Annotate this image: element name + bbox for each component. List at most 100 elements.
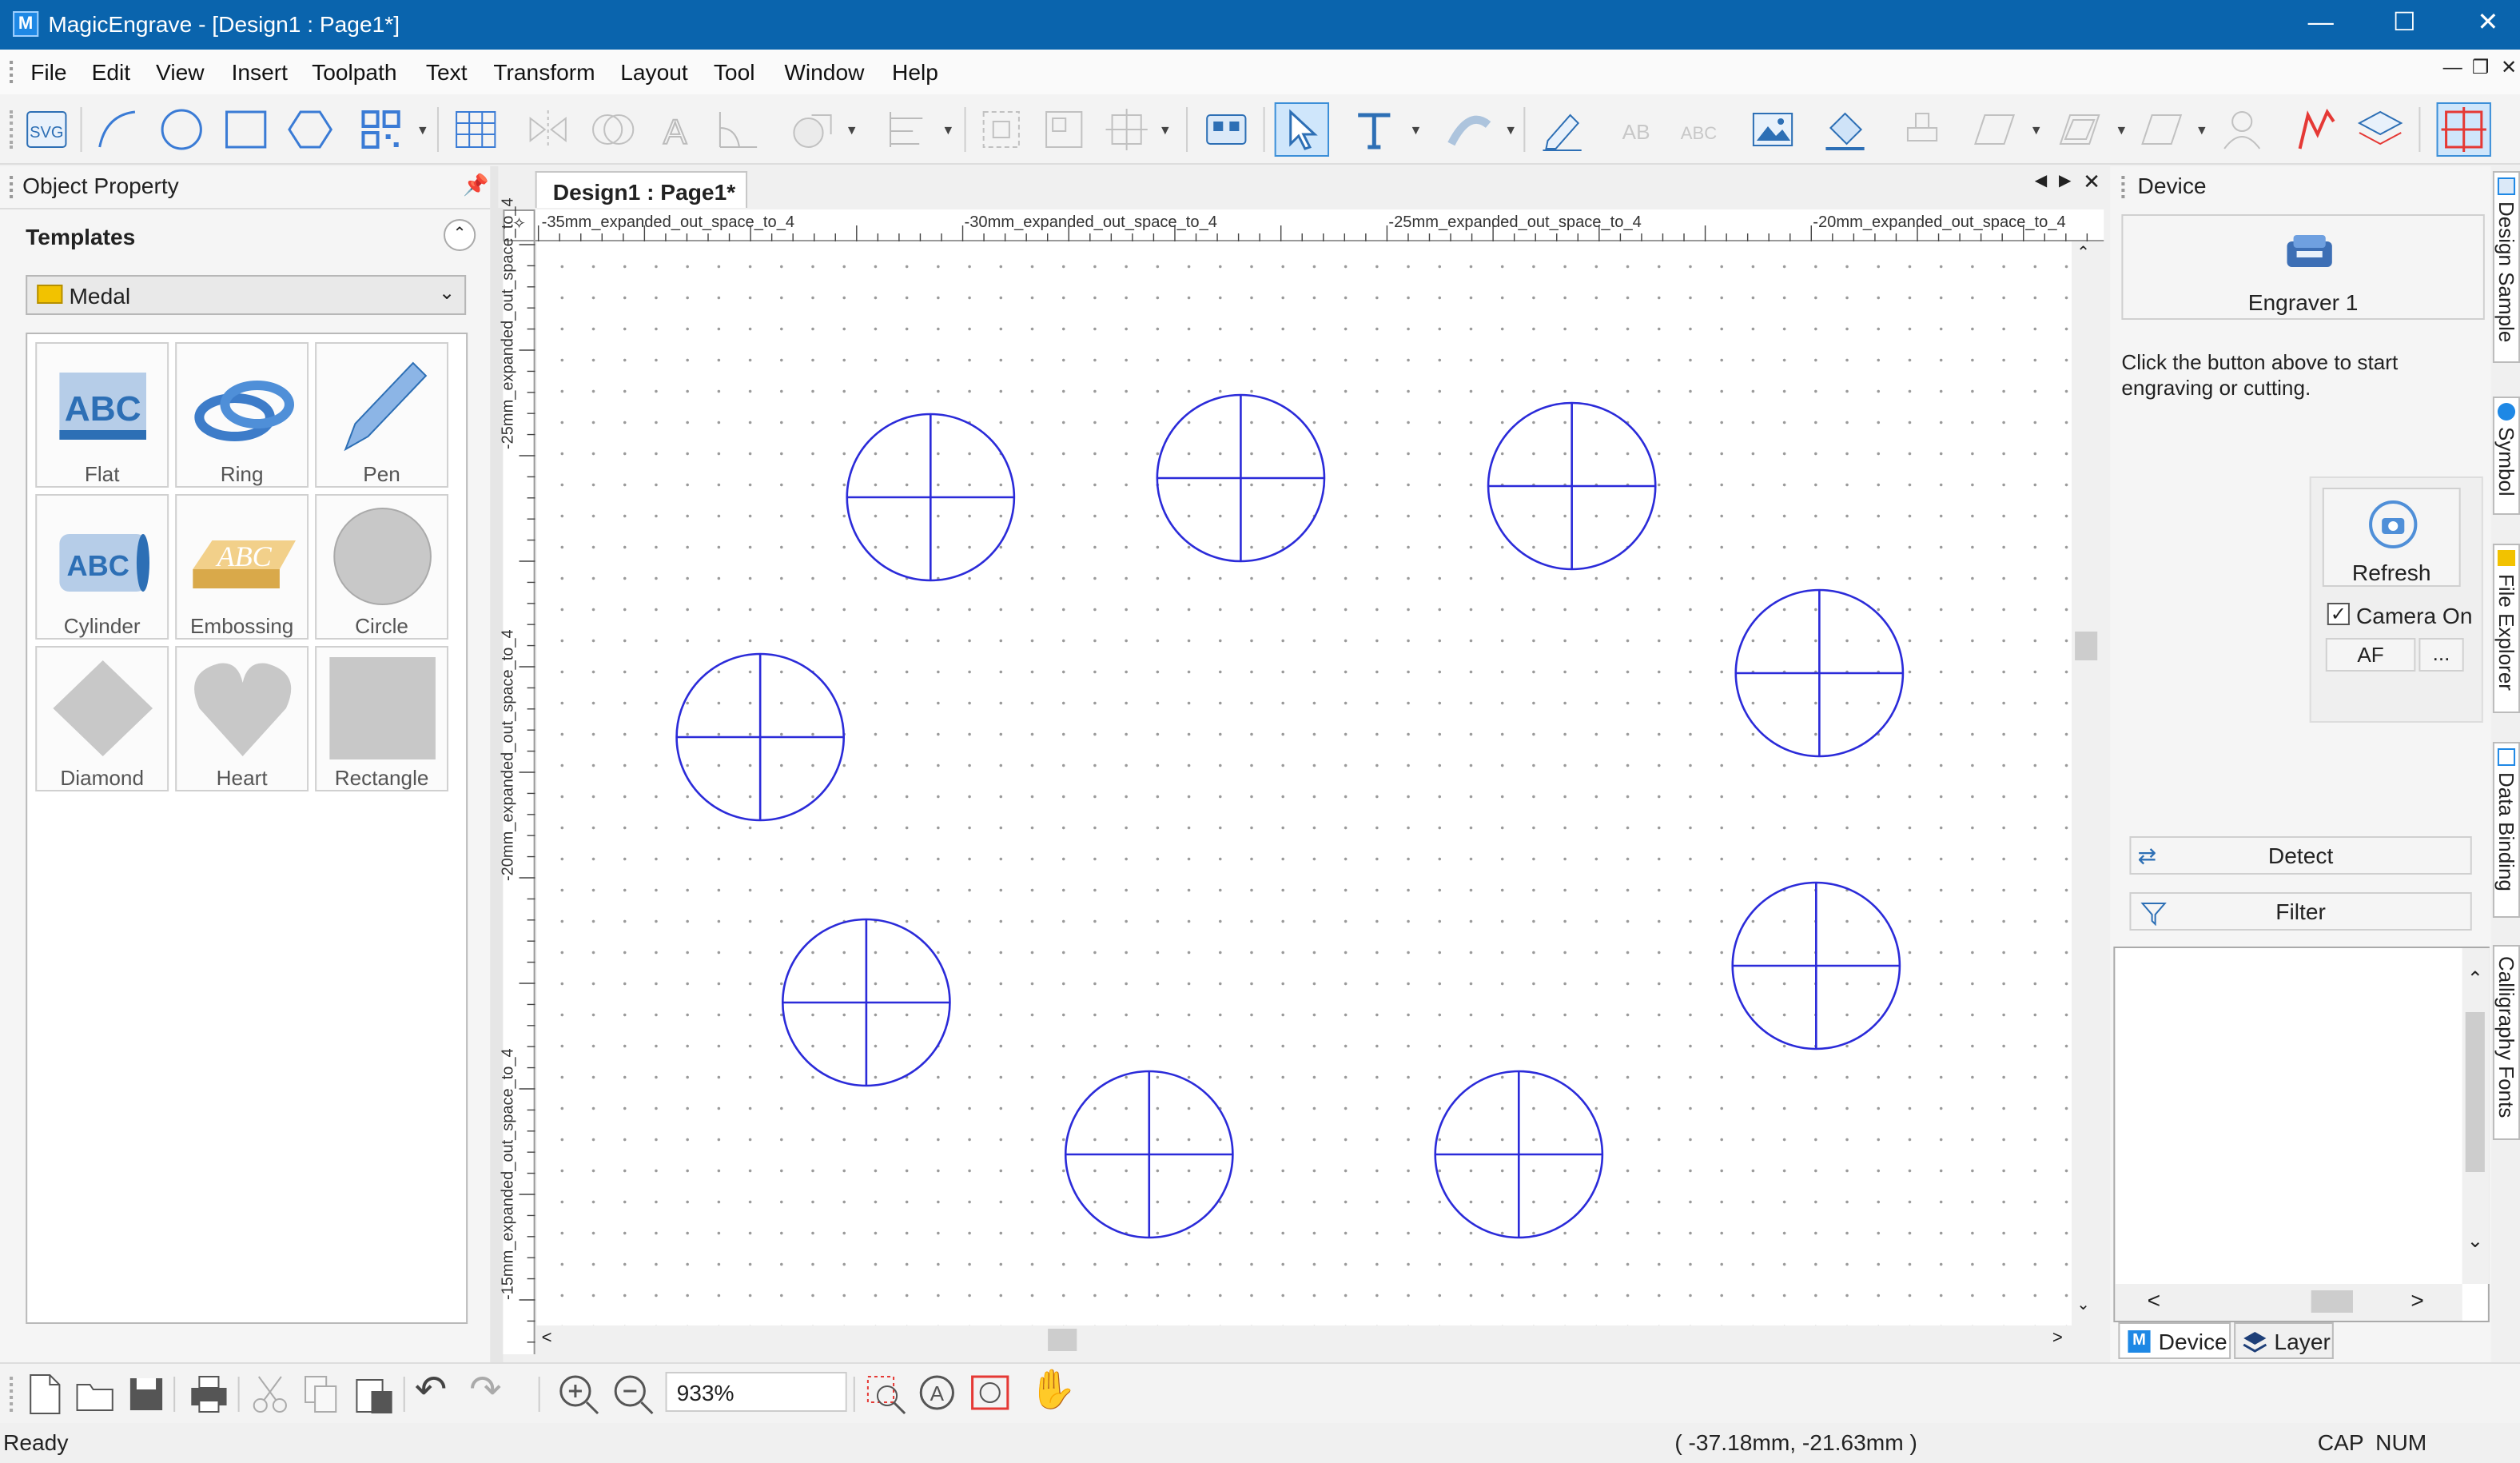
- engraver-button[interactable]: Engraver 1: [2121, 214, 2485, 320]
- detect-button[interactable]: ⇄ Detect: [2129, 836, 2472, 875]
- document-tab[interactable]: Design1 : Page1*: [535, 171, 748, 208]
- crosshair-circle-object[interactable]: [846, 413, 1016, 582]
- scroll-right-icon[interactable]: >: [2052, 1329, 2063, 1348]
- mdi-close-button[interactable]: ✕: [2501, 56, 2517, 78]
- shape-b-dropdown-icon[interactable]: ▼: [2115, 123, 2128, 138]
- shape-b-button[interactable]: [2052, 102, 2107, 157]
- menu-text[interactable]: Text: [426, 59, 468, 85]
- close-button[interactable]: ✕: [2446, 0, 2520, 50]
- side-tab-file-explorer[interactable]: File Explorer: [2492, 544, 2520, 713]
- layer-tab[interactable]: Layer: [2234, 1322, 2334, 1359]
- origin-position-button[interactable]: [2436, 102, 2491, 157]
- af-button[interactable]: AF: [2325, 638, 2416, 672]
- menu-insert[interactable]: Insert: [232, 59, 288, 85]
- zoom-in-icon[interactable]: [556, 1372, 601, 1417]
- menu-window[interactable]: Window: [784, 59, 864, 85]
- close-document-icon[interactable]: ✕: [2083, 169, 2100, 195]
- tool-path-button[interactable]: [2289, 102, 2343, 157]
- new-file-icon[interactable]: [22, 1372, 64, 1417]
- template-pen[interactable]: Pen: [315, 342, 449, 488]
- scroll-down-icon[interactable]: ⌄: [2076, 1297, 2090, 1314]
- filter-button[interactable]: Filter: [2129, 892, 2472, 931]
- polygon-tool-button[interactable]: [283, 102, 337, 157]
- align-dropdown-icon[interactable]: ▼: [942, 123, 954, 138]
- portrait-button[interactable]: [2215, 102, 2269, 157]
- scroll-right-icon[interactable]: >: [2411, 1287, 2423, 1313]
- fill-button[interactable]: [1817, 102, 1872, 157]
- refresh-button[interactable]: Refresh: [2322, 488, 2461, 587]
- template-rectangle[interactable]: Rectangle: [315, 646, 449, 791]
- crosshair-circle-object[interactable]: [1064, 1070, 1234, 1239]
- menu-toolpath[interactable]: Toolpath: [312, 59, 396, 85]
- qrcode-tool-button[interactable]: [353, 102, 408, 157]
- text-tool-button[interactable]: [1347, 102, 1401, 157]
- template-flat[interactable]: ABC Flat: [35, 342, 169, 488]
- select-tool-button[interactable]: [1274, 102, 1330, 157]
- scroll-up-icon[interactable]: ⌃: [2076, 245, 2090, 262]
- maximize-button[interactable]: ☐: [2363, 0, 2446, 50]
- ellipse-tool-button[interactable]: [154, 102, 209, 157]
- mdi-restore-button[interactable]: ❐: [2472, 56, 2490, 78]
- menu-transform[interactable]: Transform: [493, 59, 595, 85]
- crosshair-circle-object[interactable]: [1487, 401, 1657, 571]
- collapse-icon[interactable]: ⌃: [444, 219, 476, 251]
- align-button[interactable]: [881, 102, 935, 157]
- crosshair-circle-object[interactable]: [1156, 393, 1326, 563]
- import-svg-button[interactable]: SVG: [19, 102, 74, 157]
- menu-view[interactable]: View: [156, 59, 205, 85]
- arrange-dropdown-icon[interactable]: ▼: [1159, 123, 1172, 138]
- arc-text-dropdown-icon[interactable]: ▼: [1504, 123, 1517, 138]
- stamp-button[interactable]: [1895, 102, 1949, 157]
- side-tab-data-binding[interactable]: Data Binding: [2492, 742, 2520, 918]
- mirror-button[interactable]: [521, 102, 575, 157]
- shape-a-dropdown-icon[interactable]: ▼: [2030, 123, 2043, 138]
- angle-button[interactable]: [711, 102, 765, 157]
- text-ab-button[interactable]: AB: [1609, 102, 1663, 157]
- shape-c-button[interactable]: [2134, 102, 2188, 157]
- object-manager-button[interactable]: [1199, 102, 1253, 157]
- text-tool-dropdown-icon[interactable]: ▼: [1410, 123, 1423, 138]
- menu-help[interactable]: Help: [892, 59, 938, 85]
- mdi-minimize-button[interactable]: —: [2443, 56, 2462, 78]
- tab-scroll-right-icon[interactable]: ▶: [2059, 173, 2071, 190]
- device-list[interactable]: ⌃ ⌄ < >: [2113, 947, 2490, 1322]
- canvas-horizontal-scrollbar[interactable]: < >: [536, 1325, 2072, 1354]
- crosshair-circle-object[interactable]: [1734, 588, 1905, 758]
- group-button[interactable]: [974, 102, 1029, 157]
- paste-icon[interactable]: [352, 1372, 396, 1417]
- crosshair-circle-object[interactable]: [1731, 881, 1901, 1050]
- ungroup-button[interactable]: [1037, 102, 1091, 157]
- scroll-thumb[interactable]: [2075, 632, 2098, 660]
- open-folder-icon[interactable]: [74, 1372, 116, 1417]
- menu-tool[interactable]: Tool: [714, 59, 755, 85]
- scroll-thumb[interactable]: [2311, 1290, 2353, 1313]
- zoom-level-input[interactable]: 933%: [665, 1372, 847, 1412]
- template-ring[interactable]: Ring: [175, 342, 309, 488]
- crosshair-circle-object[interactable]: [782, 918, 951, 1087]
- template-cylinder[interactable]: ABC Cylinder: [35, 494, 169, 640]
- pin-icon[interactable]: 📌: [463, 173, 489, 198]
- qrcode-dropdown-icon[interactable]: ▼: [416, 123, 429, 138]
- device-tab[interactable]: M Device: [2118, 1322, 2231, 1359]
- curve-tool-button[interactable]: [90, 102, 145, 157]
- template-heart[interactable]: Heart: [175, 646, 309, 791]
- canvas-vertical-scrollbar[interactable]: ⌃ ⌄: [2072, 241, 2101, 1325]
- rectangle-tool-button[interactable]: [218, 102, 273, 157]
- menu-edit[interactable]: Edit: [92, 59, 131, 85]
- scroll-left-icon[interactable]: <: [542, 1329, 552, 1348]
- scroll-up-icon[interactable]: ⌃: [2467, 967, 2483, 990]
- edit-node-button[interactable]: [1535, 102, 1589, 157]
- scroll-thumb[interactable]: [1048, 1329, 1077, 1351]
- camera-checkbox[interactable]: ✓: [2327, 603, 2350, 625]
- zoom-selection-icon[interactable]: [863, 1372, 908, 1417]
- tab-scroll-left-icon[interactable]: ◀: [2035, 173, 2047, 190]
- undo-icon[interactable]: ↶: [415, 1367, 447, 1413]
- crosshair-circle-object[interactable]: [1434, 1070, 1604, 1239]
- redo-icon[interactable]: ↷: [469, 1367, 501, 1413]
- side-tab-symbol[interactable]: Symbol: [2492, 397, 2520, 515]
- save-disk-icon[interactable]: [125, 1372, 167, 1417]
- arc-text-button[interactable]: [1442, 102, 1496, 157]
- combine-dropdown-icon[interactable]: ▼: [846, 123, 858, 138]
- text-abc-button[interactable]: ABC: [1671, 102, 1726, 157]
- pan-hand-icon[interactable]: ✋: [1029, 1367, 1077, 1413]
